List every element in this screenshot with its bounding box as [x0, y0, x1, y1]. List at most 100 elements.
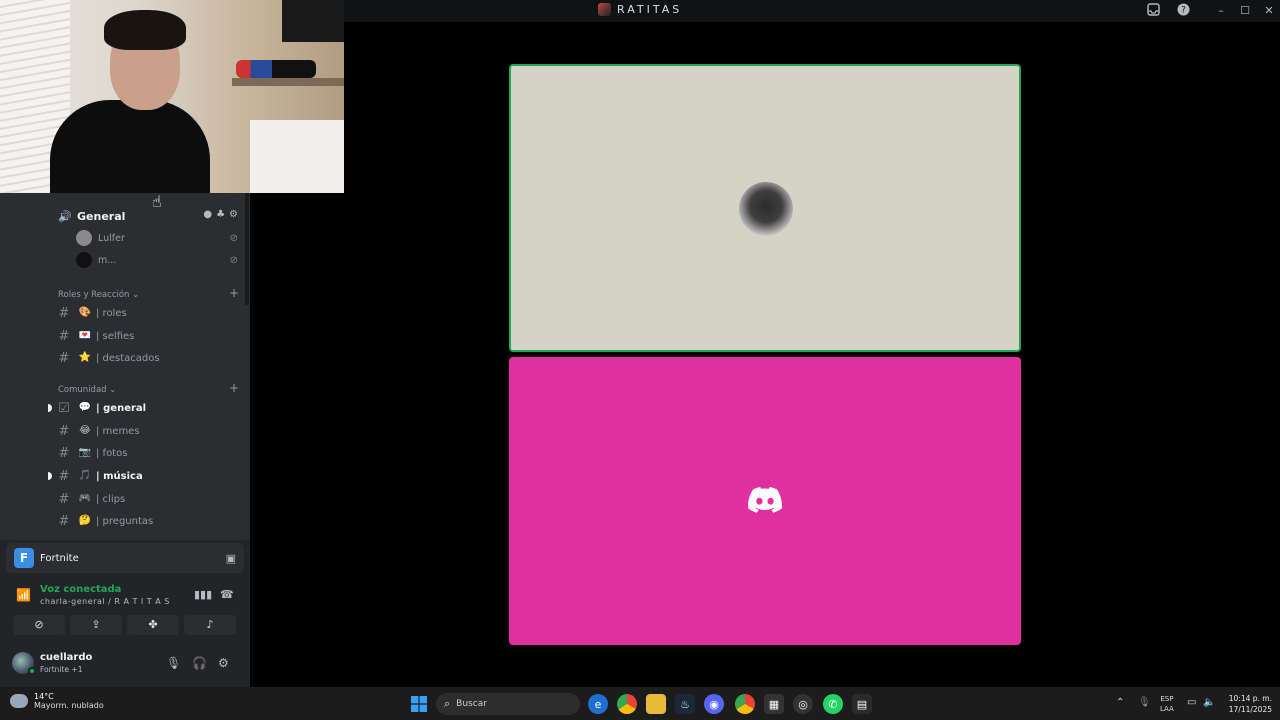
channel-name: | preguntas	[96, 515, 154, 527]
fortnite-icon: F	[14, 548, 34, 568]
clock-date: 17/11/2025	[1228, 705, 1272, 714]
add-channel-icon[interactable]: +	[229, 286, 239, 300]
voice-member[interactable]: Lulfer ⊘	[76, 228, 246, 248]
hash-icon: #	[58, 468, 70, 484]
channel-musica[interactable]: # 🎵 | música	[56, 466, 246, 486]
username: cuellardo	[40, 652, 93, 663]
chevron-down-icon: ⌄	[132, 290, 140, 300]
close-button[interactable]: ✕	[1259, 2, 1279, 20]
headphones-icon[interactable]: 🎧	[192, 656, 207, 670]
stream-game-icon[interactable]: ▣	[226, 552, 236, 565]
noise-suppression-icon[interactable]: ▮▮▮	[194, 588, 212, 601]
channel-emoji: 🎵	[78, 470, 92, 481]
minimize-button[interactable]: –	[1211, 2, 1231, 20]
mic-muted-icon: ⊘	[229, 254, 238, 266]
taskbar-search[interactable]: ⌕ Buscar	[436, 693, 580, 715]
category-comunidad[interactable]: Comunidad ⌄	[58, 385, 116, 395]
whatsapp-icon[interactable]: ✆	[823, 694, 843, 714]
activities-button[interactable]: ✤	[127, 615, 179, 635]
volume-icon[interactable]: 🔈	[1203, 697, 1215, 708]
online-status-icon	[28, 667, 36, 675]
channel-emoji: 🎮	[78, 493, 92, 504]
speaker-icon: 🔊	[58, 209, 72, 223]
file-explorer-icon[interactable]	[646, 694, 666, 714]
weather-desc: Mayorm. nublado	[34, 701, 104, 710]
lang-line-2: LAA	[1160, 705, 1174, 713]
search-icon: ⌕	[444, 697, 451, 710]
sidebar-scrollbar[interactable]	[245, 193, 249, 305]
windows-start-icon[interactable]	[409, 694, 429, 714]
weather-widget[interactable]: 14°C Mayorm. nublado	[10, 692, 104, 710]
epic-games-icon[interactable]: ▤	[852, 694, 872, 714]
channel-name: | destacados	[96, 352, 160, 364]
help-icon[interactable]: ?	[1175, 3, 1191, 19]
tv	[282, 0, 344, 42]
app-icon[interactable]: ▦	[764, 694, 784, 714]
game-name: Fortnite	[40, 552, 79, 564]
edge-icon[interactable]: e	[588, 694, 608, 714]
maximize-button[interactable]: ☐	[1235, 2, 1255, 20]
channel-destacados[interactable]: # ⭐ | destacados	[56, 348, 246, 368]
category-roles[interactable]: Roles y Reacción ⌄	[58, 290, 139, 300]
screen-share-button[interactable]: ⇪	[70, 615, 122, 635]
activity-card[interactable]: F Fortnite ▣	[6, 543, 244, 573]
video-tile-speaking[interactable]	[509, 64, 1021, 352]
channel-memes[interactable]: # 😂 | memes	[56, 421, 246, 441]
channel-clips[interactable]: # 🎮 | clips	[56, 489, 246, 509]
clock[interactable]: 10:14 p. m. 17/11/2025	[1222, 693, 1272, 715]
voice-channel-general[interactable]: 🔊 General ● ♣ ⚙	[54, 205, 244, 227]
channel-general[interactable]: ☑ 💬 | general	[56, 398, 246, 418]
shelf-items	[236, 60, 316, 78]
camera-off-button[interactable]: ⊘	[13, 615, 65, 635]
channel-name: | selfies	[96, 330, 135, 342]
hash-icon: #	[58, 423, 70, 439]
voice-member[interactable]: m... ⊘	[76, 250, 246, 270]
weather-temp: 14°C	[34, 692, 54, 701]
microphone-tray-icon[interactable]: 🎙	[1138, 697, 1151, 708]
steam-icon[interactable]: ♨	[675, 694, 695, 714]
gear-icon[interactable]: ⚙	[229, 209, 238, 220]
channel-fotos[interactable]: # 📷 | fotos	[56, 443, 246, 463]
member-name: m...	[98, 254, 117, 266]
search-placeholder: Buscar	[456, 699, 487, 709]
chrome-icon[interactable]	[617, 694, 637, 714]
language-indicator[interactable]: ESP LAA	[1160, 694, 1174, 714]
person-hair	[104, 10, 186, 50]
discord-logo-icon	[748, 487, 782, 513]
mic-muted-icon: ⊘	[229, 232, 238, 244]
chevron-up-icon[interactable]: ⌃	[1116, 697, 1124, 708]
channel-emoji: 🤔	[78, 515, 92, 526]
chrome-profile-icon[interactable]	[735, 694, 755, 714]
server-icon	[598, 3, 611, 16]
channel-name: | memes	[96, 425, 140, 437]
channel-preguntas[interactable]: # 🤔 | preguntas	[56, 511, 246, 531]
hash-icon: #	[58, 350, 70, 366]
signal-icon[interactable]: 📶	[16, 588, 31, 602]
discord-taskbar-icon[interactable]: ◉	[704, 694, 724, 714]
gear-icon[interactable]: ⚙	[218, 656, 229, 670]
user-info[interactable]: cuellardo Fortnite +1 🎙 🎧 ⚙	[6, 648, 244, 680]
channel-emoji: 🎨	[78, 307, 92, 318]
microphone-icon[interactable]: 🎙	[166, 656, 181, 670]
channel-selfies[interactable]: # 💌 | selfies	[56, 326, 246, 346]
soundboard-button[interactable]: ♪	[184, 615, 236, 635]
obs-icon[interactable]: ◎	[793, 694, 813, 714]
disconnect-icon[interactable]: ☎	[220, 588, 234, 601]
person-body	[50, 100, 210, 193]
network-icon[interactable]: ▭	[1187, 697, 1196, 708]
add-channel-icon[interactable]: +	[229, 381, 239, 395]
inbox-icon[interactable]	[1145, 3, 1161, 19]
voice-location[interactable]: charla-general / R A T I T A S	[40, 597, 170, 606]
chat-icon[interactable]: ●	[203, 209, 212, 220]
voice-channel-actions: ● ♣ ⚙	[203, 209, 238, 220]
hash-icon: #	[58, 328, 70, 344]
video-tile-discord[interactable]	[509, 357, 1021, 645]
voice-status: Voz conectada	[40, 584, 122, 595]
checkbox-hash-icon: ☑	[58, 400, 70, 416]
chevron-down-icon: ⌄	[109, 385, 117, 395]
hash-icon: #	[58, 491, 70, 507]
add-member-icon[interactable]: ♣	[216, 209, 225, 220]
category-label: Comunidad	[58, 385, 107, 395]
channel-roles[interactable]: # 🎨 | roles	[56, 303, 246, 323]
lang-line-1: ESP	[1160, 695, 1174, 703]
